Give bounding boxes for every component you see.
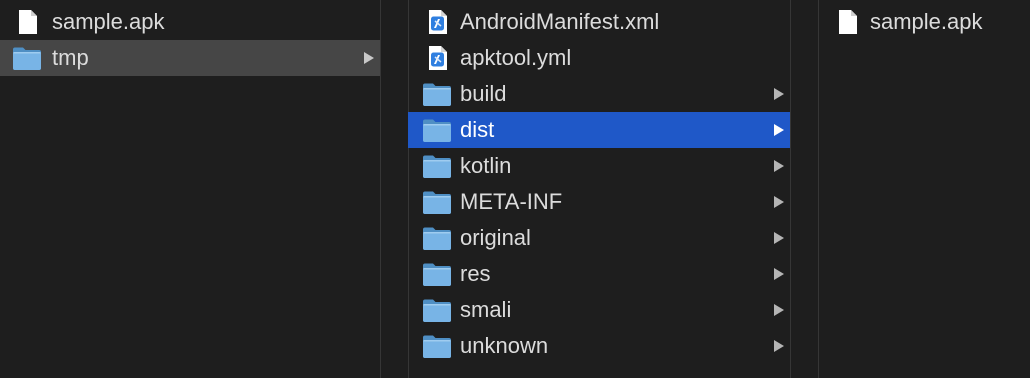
file-row-androidmanifest-xml[interactable]: AndroidManifest.xml [408,4,790,40]
document-icon [12,9,42,35]
column-1: sample.apk tmp [0,0,380,378]
folder-icon [12,45,42,71]
item-label: smali [460,297,512,322]
column-divider[interactable] [380,0,381,378]
item-label: tmp [52,45,89,70]
folder-icon [422,261,452,287]
file-row-apktool-yml[interactable]: apktool.yml [408,40,790,76]
folder-icon [422,153,452,179]
file-row-sample-apk[interactable]: sample.apk [818,4,1030,40]
chevron-right-icon [774,160,784,172]
folder-icon [422,117,452,143]
chevron-right-icon [774,232,784,244]
column-3: sample.apk [818,0,1030,378]
folder-row-tmp[interactable]: tmp [0,40,380,76]
folder-row-smali[interactable]: smali [408,292,790,328]
folder-row-dist[interactable]: dist [408,112,790,148]
column-divider[interactable] [790,0,791,378]
item-label: res [460,261,491,286]
folder-row-unknown[interactable]: unknown [408,328,790,364]
file-row-sample-apk[interactable]: sample.apk [0,4,380,40]
chevron-right-icon [774,88,784,100]
column-2: AndroidManifest.xml apktool.yml build dist k… [408,0,790,378]
item-label: build [460,81,507,106]
item-label: kotlin [460,153,512,178]
chevron-right-icon [774,124,784,136]
folder-row-original[interactable]: original [408,220,790,256]
item-label: apktool.yml [460,45,572,70]
chevron-right-icon [364,52,374,64]
chevron-right-icon [774,196,784,208]
item-label: unknown [460,333,549,358]
item-label: META-INF [460,189,563,214]
xcode-document-icon [422,9,452,35]
folder-row-kotlin[interactable]: kotlin [408,148,790,184]
item-label: sample.apk [870,9,983,34]
finder-column-browser: sample.apk tmp AndroidManifest.xml apktool… [0,0,1030,378]
item-label: dist [460,117,495,142]
item-label: AndroidManifest.xml [460,9,660,34]
folder-icon [422,189,452,215]
item-label: sample.apk [52,9,165,34]
folder-icon [422,333,452,359]
folder-icon [422,225,452,251]
folder-row-build[interactable]: build [408,76,790,112]
folder-icon [422,81,452,107]
folder-row-res[interactable]: res [408,256,790,292]
folder-icon [422,297,452,323]
document-icon [832,9,862,35]
item-label: original [460,225,531,250]
chevron-right-icon [774,304,784,316]
chevron-right-icon [774,268,784,280]
xcode-document-icon [422,45,452,71]
chevron-right-icon [774,340,784,352]
folder-row-meta-inf[interactable]: META-INF [408,184,790,220]
